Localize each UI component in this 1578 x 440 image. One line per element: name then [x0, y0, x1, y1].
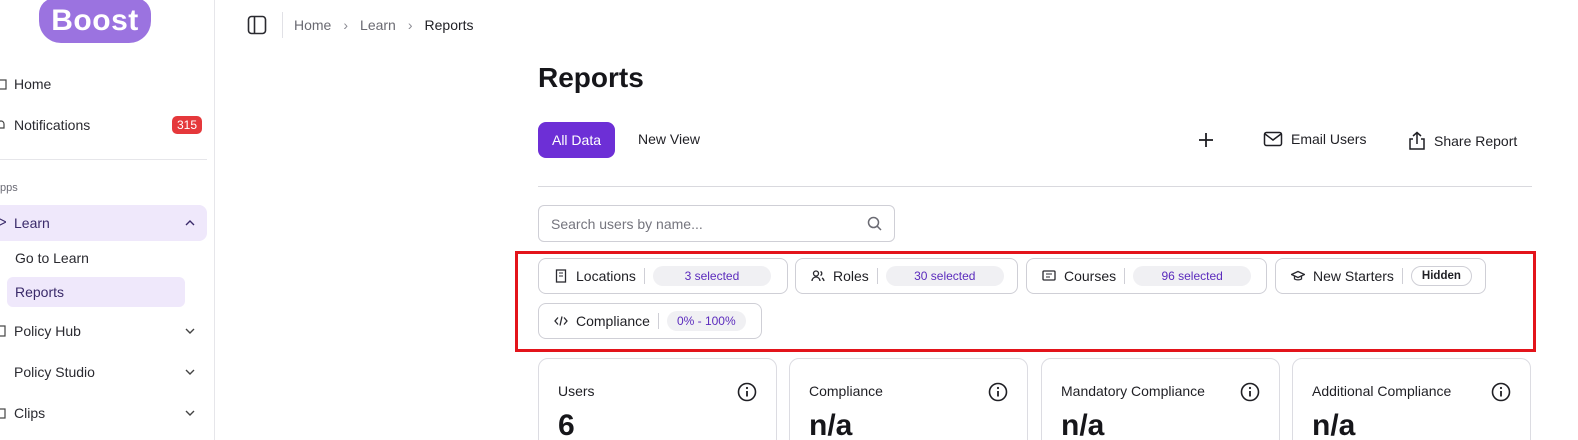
sidebar: Boost Home Notifications 315 pps Learn G… — [0, 0, 215, 440]
search-field[interactable] — [538, 205, 895, 242]
filter-label: Roles — [833, 268, 869, 284]
stat-card-label: Compliance — [809, 383, 883, 399]
plus-icon — [1199, 133, 1213, 147]
sidebar-item-clips[interactable]: Clips — [0, 396, 207, 430]
sidebar-item-label: Policy Studio — [14, 364, 95, 380]
filter-label: Compliance — [576, 313, 650, 329]
breadcrumb-reports: Reports — [424, 17, 474, 33]
breadcrumb: Home › Learn › Reports — [294, 17, 474, 33]
filter-chip-new-starters[interactable]: New Starters Hidden — [1275, 258, 1486, 294]
share-report-button[interactable]: Share Report — [1408, 131, 1517, 151]
info-icon[interactable] — [1240, 382, 1260, 402]
sidebar-item-policy-studio[interactable]: Policy Studio — [0, 355, 207, 389]
breadcrumb-learn[interactable]: Learn — [360, 17, 396, 33]
chevron-down-icon[interactable] — [185, 408, 195, 418]
chevron-down-icon[interactable] — [185, 326, 195, 336]
tab-new-view[interactable]: New View — [638, 131, 700, 147]
mail-icon — [1263, 131, 1283, 147]
sidebar-item-label: Clips — [14, 405, 46, 421]
share-report-label: Share Report — [1434, 133, 1518, 149]
filter-chip-courses[interactable]: Courses 96 selected — [1026, 258, 1267, 294]
filter-value: 3 selected — [652, 266, 771, 286]
topbar-separator — [282, 12, 283, 38]
chip-divider — [1401, 268, 1403, 284]
clip-icon — [0, 406, 8, 420]
stat-card-value: n/a — [809, 409, 853, 440]
filter-chip-locations[interactable]: Locations 3 selected — [538, 258, 788, 294]
chip-divider — [657, 313, 659, 329]
course-icon — [1042, 269, 1056, 283]
filter-value: 0% - 100% — [666, 311, 746, 331]
stat-card-label: Users — [558, 383, 595, 399]
tab-all-data[interactable]: All Data — [538, 122, 615, 158]
stat-card-additional-compliance: Additional Compliance n/a — [1292, 358, 1531, 440]
sidebar-item-learn[interactable]: Learn — [0, 205, 207, 241]
stat-card-label: Additional Compliance — [1312, 383, 1452, 399]
graduation-cap-icon — [1291, 269, 1305, 283]
code-icon — [554, 314, 568, 328]
stat-card-compliance: Compliance n/a — [789, 358, 1028, 440]
filter-label: Courses — [1064, 268, 1117, 284]
sidebar-item-notifications[interactable]: Notifications — [0, 108, 90, 142]
add-view-button[interactable] — [1197, 131, 1223, 149]
logo[interactable]: Boost — [39, 0, 151, 43]
stat-card-value: 6 — [558, 409, 575, 440]
chevron-up-icon[interactable] — [185, 218, 195, 228]
sidebar-item-label: Notifications — [14, 117, 91, 133]
chevron-right-icon: › — [343, 17, 349, 33]
chip-divider — [1124, 268, 1126, 284]
sidebar-item-label: Home — [14, 76, 52, 92]
users-icon — [811, 269, 825, 283]
chevron-right-icon: › — [407, 17, 413, 33]
filter-value: Hidden — [1410, 266, 1472, 286]
stat-card-value: n/a — [1312, 409, 1356, 440]
sidebar-toggle-icon[interactable] — [247, 15, 267, 35]
chevron-down-icon[interactable] — [185, 367, 195, 377]
breadcrumb-home[interactable]: Home — [294, 17, 331, 33]
filter-value: 30 selected — [885, 266, 1004, 286]
chip-divider — [876, 268, 878, 284]
stat-card-label: Mandatory Compliance — [1061, 383, 1205, 399]
sidebar-section-apps: pps — [0, 182, 18, 194]
stat-card-value: n/a — [1061, 409, 1105, 440]
graduation-cap-icon — [0, 217, 8, 229]
search-icon[interactable] — [867, 216, 882, 231]
filter-value: 96 selected — [1133, 266, 1252, 286]
info-icon[interactable] — [1491, 382, 1511, 402]
chip-divider — [643, 268, 645, 284]
filter-chip-roles[interactable]: Roles 30 selected — [795, 258, 1018, 294]
sidebar-item-label: Policy Hub — [14, 323, 81, 339]
info-icon[interactable] — [988, 382, 1008, 402]
building-icon — [554, 269, 568, 283]
stat-card-users: Users 6 — [538, 358, 777, 440]
email-users-button[interactable]: Email Users — [1263, 131, 1366, 147]
page-title: Reports — [538, 62, 644, 93]
stat-card-mandatory-compliance: Mandatory Compliance n/a — [1041, 358, 1280, 440]
notifications-count-badge: 315 — [171, 116, 202, 134]
sidebar-item-label: Reports — [15, 284, 65, 300]
info-icon[interactable] — [737, 382, 757, 402]
sidebar-subitem-reports[interactable]: Reports — [7, 277, 185, 307]
bell-icon — [0, 118, 8, 132]
email-users-label: Email Users — [1291, 131, 1367, 147]
main-divider — [538, 186, 1532, 187]
filter-label: Locations — [576, 268, 636, 284]
sidebar-item-policy-hub[interactable]: Policy Hub — [0, 314, 207, 348]
filter-label: New Starters — [1313, 268, 1394, 284]
sidebar-item-label: Learn — [14, 215, 50, 231]
document-icon — [0, 324, 8, 338]
sidebar-subitem-go-to-learn[interactable]: Go to Learn — [15, 250, 89, 266]
pen-icon — [0, 365, 8, 379]
sidebar-divider — [0, 159, 207, 160]
home-icon — [0, 77, 8, 91]
filter-chip-compliance[interactable]: Compliance 0% - 100% — [538, 303, 762, 339]
sidebar-item-home[interactable]: Home — [0, 67, 51, 101]
share-icon — [1409, 131, 1425, 150]
search-input[interactable] — [551, 215, 867, 232]
